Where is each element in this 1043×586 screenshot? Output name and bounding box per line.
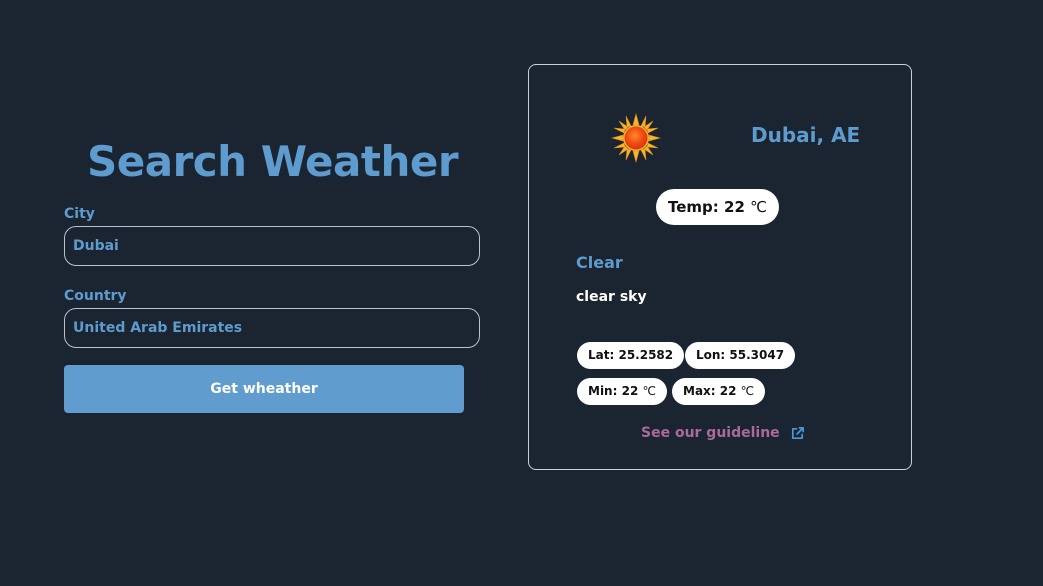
temp-unit: ℃ bbox=[750, 198, 767, 216]
latitude-badge: Lat: 25.2582 bbox=[577, 342, 685, 369]
max-unit: ℃ bbox=[740, 384, 755, 398]
lon-value: 55.3047 bbox=[729, 348, 785, 362]
lat-label: Lat: bbox=[588, 348, 615, 362]
lat-value: 25.2582 bbox=[618, 348, 674, 362]
lon-label: Lon: bbox=[696, 348, 726, 362]
min-label: Min: bbox=[588, 384, 618, 398]
weather-card: Dubai, AE Temp: 22 ℃ Clear clear sky Lat… bbox=[528, 64, 912, 470]
guideline-link[interactable]: See our guideline bbox=[641, 425, 805, 441]
max-temp-badge: Max: 22 ℃ bbox=[672, 378, 766, 405]
min-unit: ℃ bbox=[642, 384, 656, 398]
city-input[interactable] bbox=[64, 226, 480, 266]
city-label: City bbox=[64, 206, 95, 222]
country-label: Country bbox=[64, 288, 127, 304]
min-value: 22 bbox=[621, 384, 639, 398]
longitude-badge: Lon: 55.3047 bbox=[685, 342, 796, 369]
max-value: 22 bbox=[719, 384, 737, 398]
country-input[interactable] bbox=[64, 308, 480, 348]
weather-description: clear sky bbox=[576, 289, 647, 305]
min-temp-badge: Min: 22 ℃ bbox=[577, 378, 667, 405]
location-name: Dubai, AE bbox=[751, 123, 861, 147]
sun-icon bbox=[611, 113, 661, 163]
temp-label: Temp: bbox=[668, 198, 719, 216]
external-link-icon bbox=[791, 426, 804, 439]
page-title: Search Weather bbox=[87, 137, 459, 186]
guideline-text: See our guideline bbox=[641, 425, 780, 441]
temp-value: 22 bbox=[724, 198, 745, 216]
get-weather-button[interactable]: Get wheather bbox=[64, 365, 464, 413]
weather-condition: Clear bbox=[576, 253, 623, 272]
max-label: Max: bbox=[683, 384, 716, 398]
temperature-badge: Temp: 22 ℃ bbox=[656, 189, 779, 225]
